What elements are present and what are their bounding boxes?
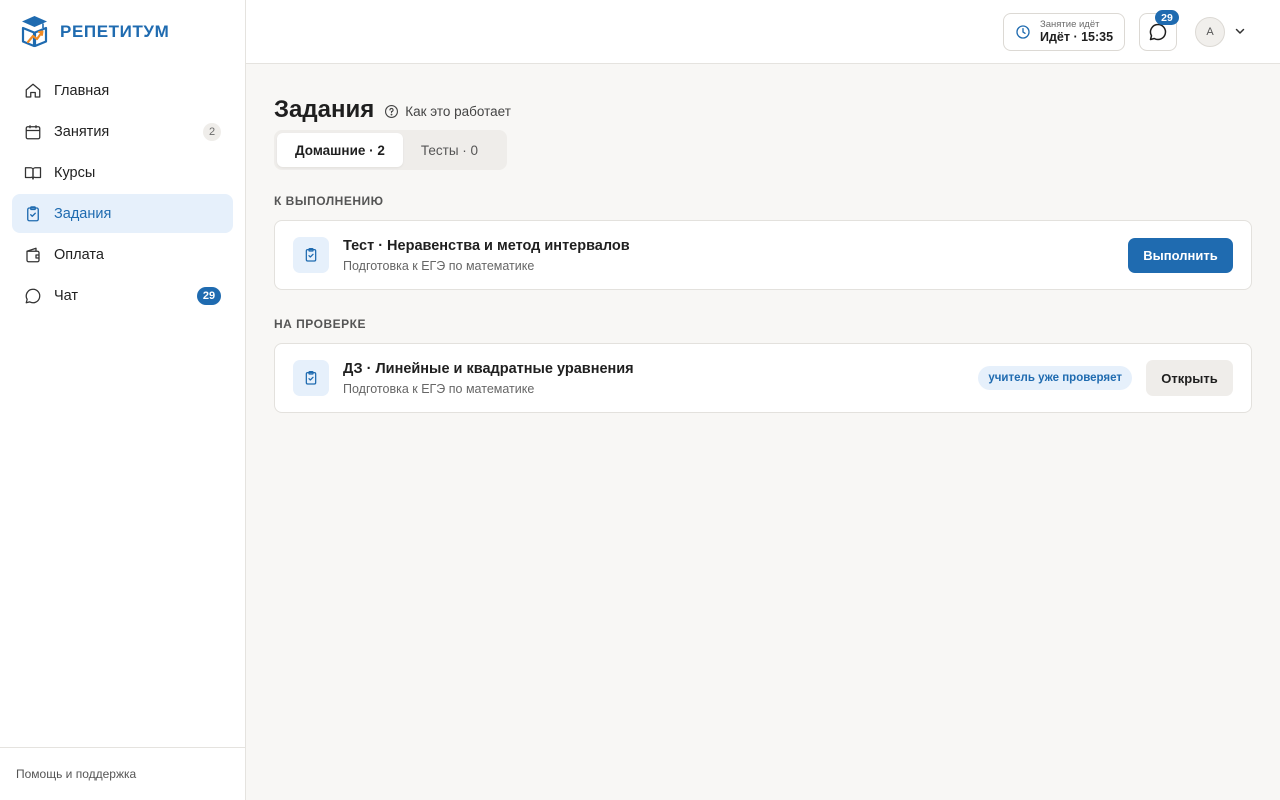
- lesson-status-label: Занятие идёт: [1040, 19, 1100, 30]
- sidebar-item-label: Оплата: [54, 246, 104, 263]
- chat-notification-badge: 29: [1155, 10, 1179, 25]
- clipboard-check-icon: [293, 237, 329, 273]
- brand-name: РЕПЕТИТУМ: [60, 21, 170, 41]
- clock-icon: [1016, 25, 1030, 39]
- sidebar-item-lessons[interactable]: Занятия 2: [12, 112, 233, 151]
- sidebar-item-label: Курсы: [54, 164, 96, 181]
- chat-bubble-icon: [1149, 23, 1167, 41]
- assignment-course: Подготовка к ЕГЭ по математике: [343, 259, 535, 273]
- page-title: Задания: [274, 96, 375, 123]
- lesson-status-value: Идёт · 15:35: [1040, 30, 1114, 44]
- sidebar-item-label: Занятия: [54, 123, 110, 140]
- sidebar-item-home[interactable]: Главная: [12, 71, 233, 110]
- sidebar-item-assignments[interactable]: Задания: [12, 194, 233, 233]
- section-label-review: НА ПРОВЕРКЕ: [274, 317, 366, 331]
- tab-homework[interactable]: Домашние · 2: [277, 133, 403, 167]
- lesson-status-text: Занятие идёт Идёт · 15:35: [1040, 19, 1113, 45]
- tab-tests[interactable]: Тесты · 0: [403, 133, 496, 167]
- lessons-count-badge: 2: [203, 122, 221, 141]
- assignment-title: ДЗ · Линейные и квадратные уравнения: [343, 361, 634, 377]
- assignment-card: ДЗ · Линейные и квадратные уравнения Под…: [274, 343, 1252, 413]
- sidebar-item-label: Чат: [54, 287, 79, 304]
- how-it-works-link[interactable]: Как это работает: [384, 104, 511, 119]
- book-icon: [24, 164, 42, 182]
- assignment-card: Тест · Неравенства и метод интервалов По…: [274, 220, 1252, 290]
- status-badge: учитель уже проверяет: [978, 366, 1132, 390]
- wallet-icon: [24, 246, 42, 264]
- assignment-title: Тест · Неравенства и метод интервалов: [343, 238, 630, 254]
- sidebar-nav: Главная Занятия 2 Курсы Задания Оплата Ч…: [12, 71, 233, 317]
- sidebar-item-courses[interactable]: Курсы: [12, 153, 233, 192]
- help-circle-icon: [385, 104, 399, 118]
- calendar-icon: [24, 123, 42, 141]
- help-support-link[interactable]: Помощь и поддержка: [0, 747, 245, 800]
- assignment-course: Подготовка к ЕГЭ по математике: [343, 382, 535, 396]
- section-label-todo: К ВЫПОЛНЕНИЮ: [274, 194, 384, 208]
- home-icon: [24, 82, 42, 100]
- sidebar-item-chat[interactable]: Чат 29: [12, 276, 233, 315]
- avatar[interactable]: А: [1195, 17, 1225, 47]
- chat-icon: [24, 287, 42, 305]
- chat-count-badge: 29: [197, 286, 221, 305]
- logo[interactable]: РЕПЕТИТУМ: [20, 15, 169, 48]
- chat-button[interactable]: 29: [1139, 10, 1179, 51]
- do-assignment-button[interactable]: Выполнить: [1128, 238, 1233, 273]
- top-header: Занятие идёт Идёт · 15:35 29 А: [246, 0, 1280, 64]
- how-it-works-label: Как это работает: [405, 103, 511, 119]
- sidebar-item-label: Главная: [54, 82, 110, 99]
- clipboard-check-icon: [24, 205, 42, 223]
- clipboard-check-icon: [293, 360, 329, 396]
- logo-icon: [21, 16, 48, 48]
- title-row: Задания Как это работает: [274, 96, 511, 124]
- sidebar: РЕПЕТИТУМ Главная Занятия 2 Курсы Задани…: [0, 0, 246, 800]
- lesson-status-chip[interactable]: Занятие идёт Идёт · 15:35: [1003, 13, 1125, 51]
- chevron-down-icon[interactable]: [1234, 25, 1246, 37]
- open-assignment-button[interactable]: Открыть: [1146, 360, 1233, 396]
- assignment-tabs: Домашние · 2 Тесты · 0: [274, 130, 507, 170]
- sidebar-item-payment[interactable]: Оплата: [12, 235, 233, 274]
- sidebar-item-label: Задания: [54, 205, 112, 222]
